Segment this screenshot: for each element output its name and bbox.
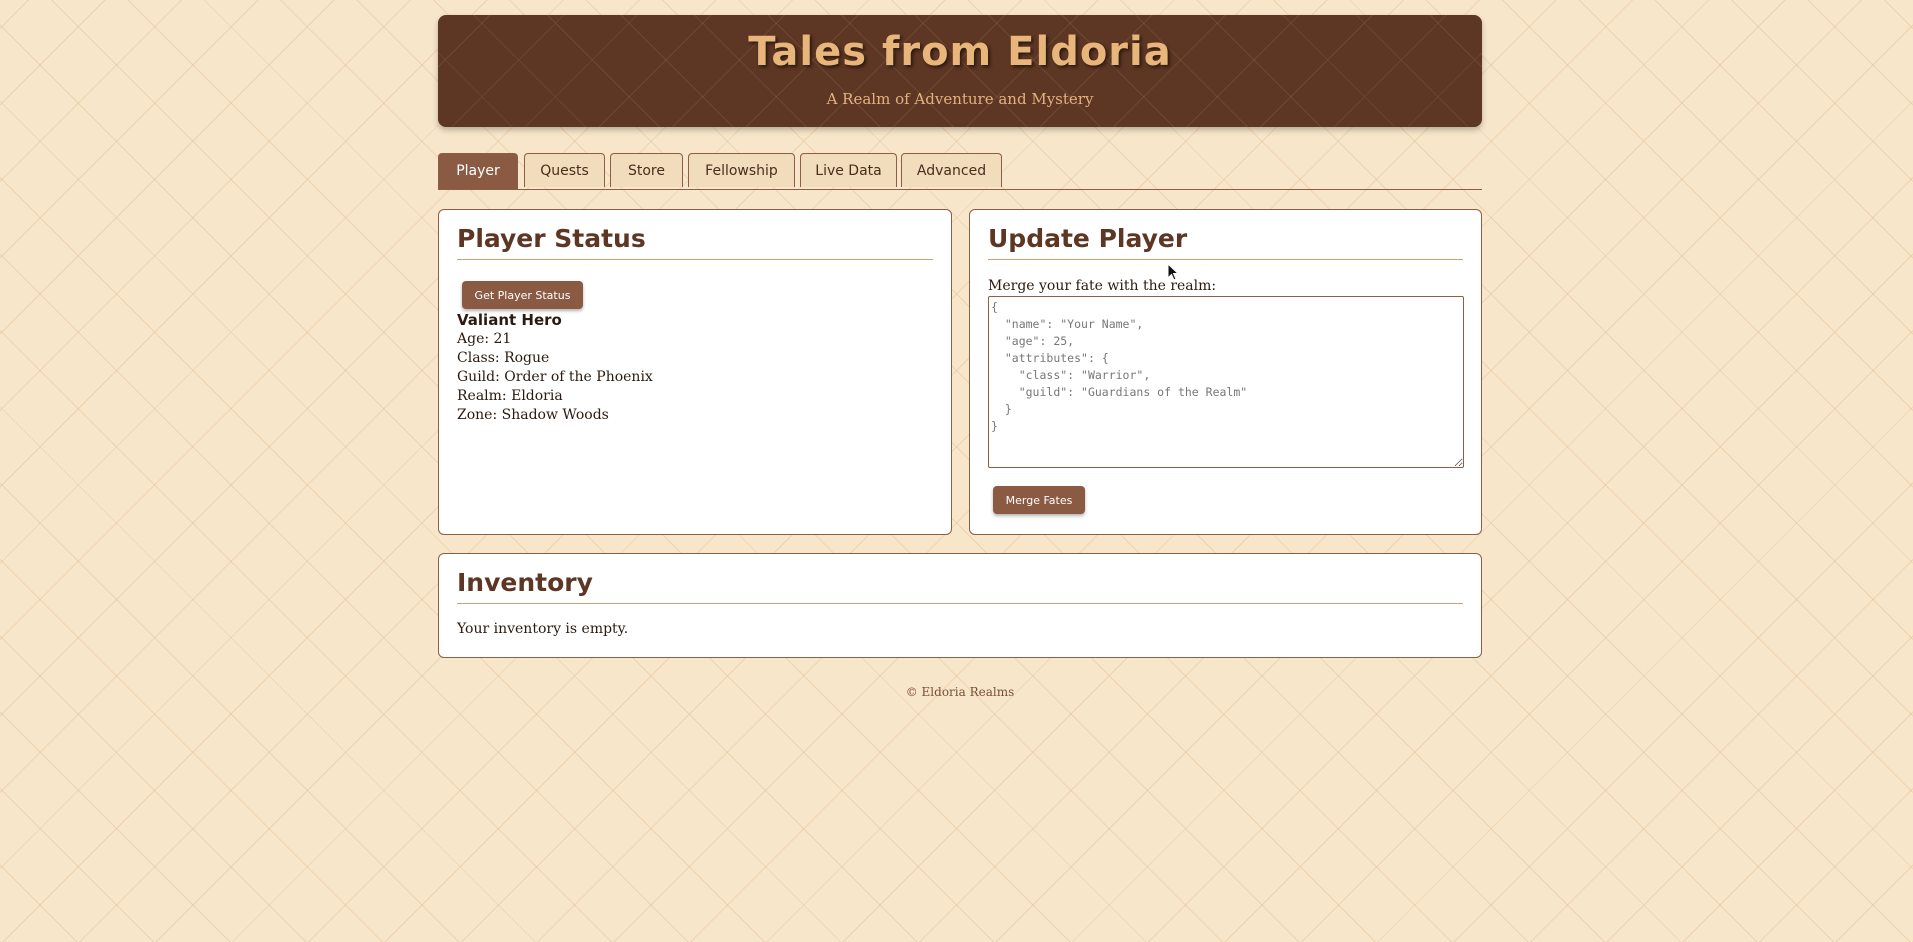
merge-prompt-label: Merge your fate with the realm:	[988, 278, 1217, 294]
update-player-card: Update Player Merge your fate with the r…	[969, 209, 1482, 535]
merge-fates-button[interactable]: Merge Fates	[993, 486, 1085, 514]
player-json-input[interactable]	[988, 296, 1464, 468]
inventory-card: Inventory Your inventory is empty.	[438, 553, 1482, 658]
mouse-cursor-icon	[1167, 263, 1179, 281]
site-title: Tales from Eldoria	[748, 29, 1172, 75]
tab-bar: Player Quests Store Fellowship Live Data…	[438, 153, 1482, 190]
site-subtitle: A Realm of Adventure and Mystery	[826, 90, 1094, 108]
tab-live-data[interactable]: Live Data	[800, 153, 897, 187]
tab-fellowship[interactable]: Fellowship	[688, 153, 795, 187]
page-container: Tales from Eldoria A Realm of Adventure …	[438, 15, 1482, 699]
get-player-status-button[interactable]: Get Player Status	[462, 281, 583, 309]
tab-quests[interactable]: Quests	[524, 153, 605, 187]
player-realm: Realm: Eldoria	[457, 388, 563, 404]
player-zone: Zone: Shadow Woods	[457, 407, 609, 423]
player-age: Age: 21	[457, 331, 512, 347]
footer: © Eldoria Realms	[905, 685, 1015, 699]
tab-advanced[interactable]: Advanced	[901, 153, 1002, 187]
player-guild: Guild: Order of the Phoenix	[457, 369, 653, 385]
player-status-card: Player Status Get Player Status Valiant …	[438, 209, 952, 535]
tab-player[interactable]: Player	[438, 153, 518, 189]
player-status-heading: Player Status	[457, 224, 933, 260]
player-name: Valiant Hero	[457, 311, 562, 329]
site-header: Tales from Eldoria A Realm of Adventure …	[438, 15, 1482, 127]
update-player-heading: Update Player	[988, 224, 1463, 260]
inventory-empty-text: Your inventory is empty.	[457, 621, 629, 637]
tab-store[interactable]: Store	[610, 153, 683, 187]
player-class: Class: Rogue	[457, 350, 550, 366]
player-status-details: Valiant Hero Age: 21 Class: Rogue Guild:…	[457, 311, 653, 425]
inventory-heading: Inventory	[457, 568, 1463, 604]
